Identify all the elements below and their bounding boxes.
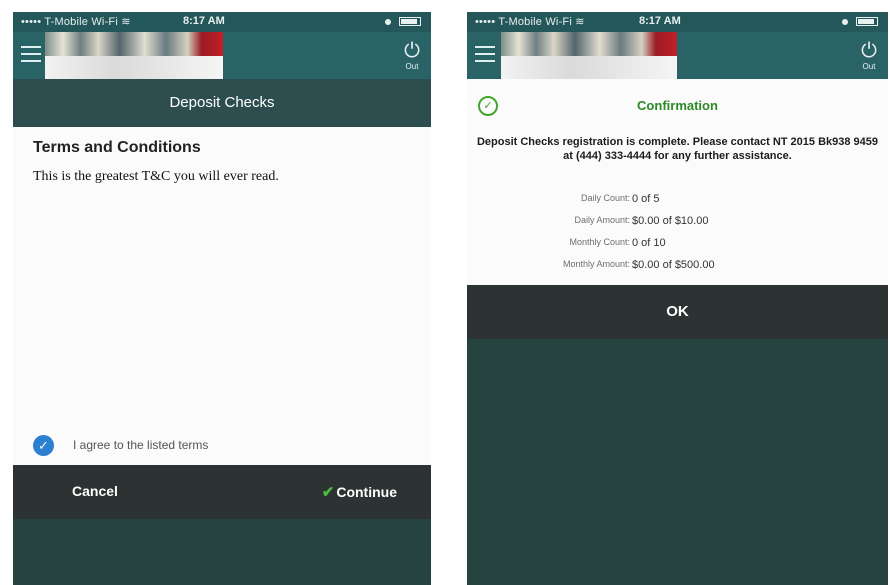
bank-logo [45,32,223,79]
limit-row: Monthly Count: 0 of 10 [467,237,888,259]
logout-label: Out [405,62,419,71]
status-time: 8:17 AM [639,15,681,27]
confirmation-screen: ••••• T-Mobile Wi-Fi ≋ 8:17 AM ⏻ Out ✓ C… [467,12,888,585]
limit-value: $0.00 of $10.00 [632,215,709,227]
bank-logo [501,32,677,79]
checkmark-icon: ✓ [38,438,49,453]
limit-value: 0 of 5 [632,193,660,205]
bluetooth-icon [385,19,391,25]
continue-label: Continue [336,484,397,500]
menu-icon[interactable] [475,46,495,62]
confirmation-title: Confirmation [637,98,718,113]
limit-label: Monthly Count: [569,237,630,247]
limit-label: Daily Count: [580,193,630,203]
continue-button[interactable]: ✔ Continue [322,483,397,501]
power-icon: ⏻ [404,40,420,62]
ok-button[interactable]: OK [467,285,888,339]
bluetooth-icon [842,19,848,25]
agree-label: I agree to the listed terms [73,438,209,452]
cancel-button[interactable]: Cancel [72,483,118,499]
limit-row: Daily Count: 0 of 5 [467,193,888,215]
limit-row: Daily Amount: $0.00 of $10.00 [467,215,888,237]
limit-label: Daily Amount: [574,215,630,225]
app-header: ⏻ Out [467,32,888,79]
battery-icon [399,17,421,26]
logout-button[interactable]: ⏻ Out [399,40,425,76]
limit-label: Monthly Amount: [562,259,630,269]
app-header: ⏻ Out [13,32,431,79]
limits-list: Daily Count: 0 of 5 Daily Amount: $0.00 … [467,193,888,281]
agree-checkbox[interactable]: ✓ [33,435,54,456]
background-fill [467,339,888,585]
status-bar: ••••• T-Mobile Wi-Fi ≋ 8:17 AM [13,12,431,32]
logout-button[interactable]: ⏻ Out [856,40,882,76]
terms-body: This is the greatest T&C you will ever r… [33,169,279,184]
confirmation-message: Deposit Checks registration is complete.… [476,136,879,162]
limit-value: $0.00 of $500.00 [632,259,715,271]
logout-label: Out [862,62,876,71]
limit-value: 0 of 10 [632,237,666,249]
status-bar: ••••• T-Mobile Wi-Fi ≋ 8:17 AM [467,12,888,32]
terms-heading: Terms and Conditions [33,139,201,156]
carrier-label: ••••• T-Mobile Wi-Fi ≋ [475,16,585,28]
check-icon: ✔ [321,484,335,501]
carrier-label: ••••• T-Mobile Wi-Fi ≋ [21,16,131,28]
status-time: 8:17 AM [183,15,225,27]
menu-icon[interactable] [21,46,41,62]
background-fill [13,519,431,585]
power-icon: ⏻ [861,40,877,62]
limit-row: Monthly Amount: $0.00 of $500.00 [467,259,888,281]
action-bar: Cancel ✔ Continue [13,465,431,519]
page-title: Deposit Checks [13,79,431,127]
battery-icon [856,17,878,26]
terms-screen: ••••• T-Mobile Wi-Fi ≋ 8:17 AM ⏻ Out Dep… [13,12,431,585]
